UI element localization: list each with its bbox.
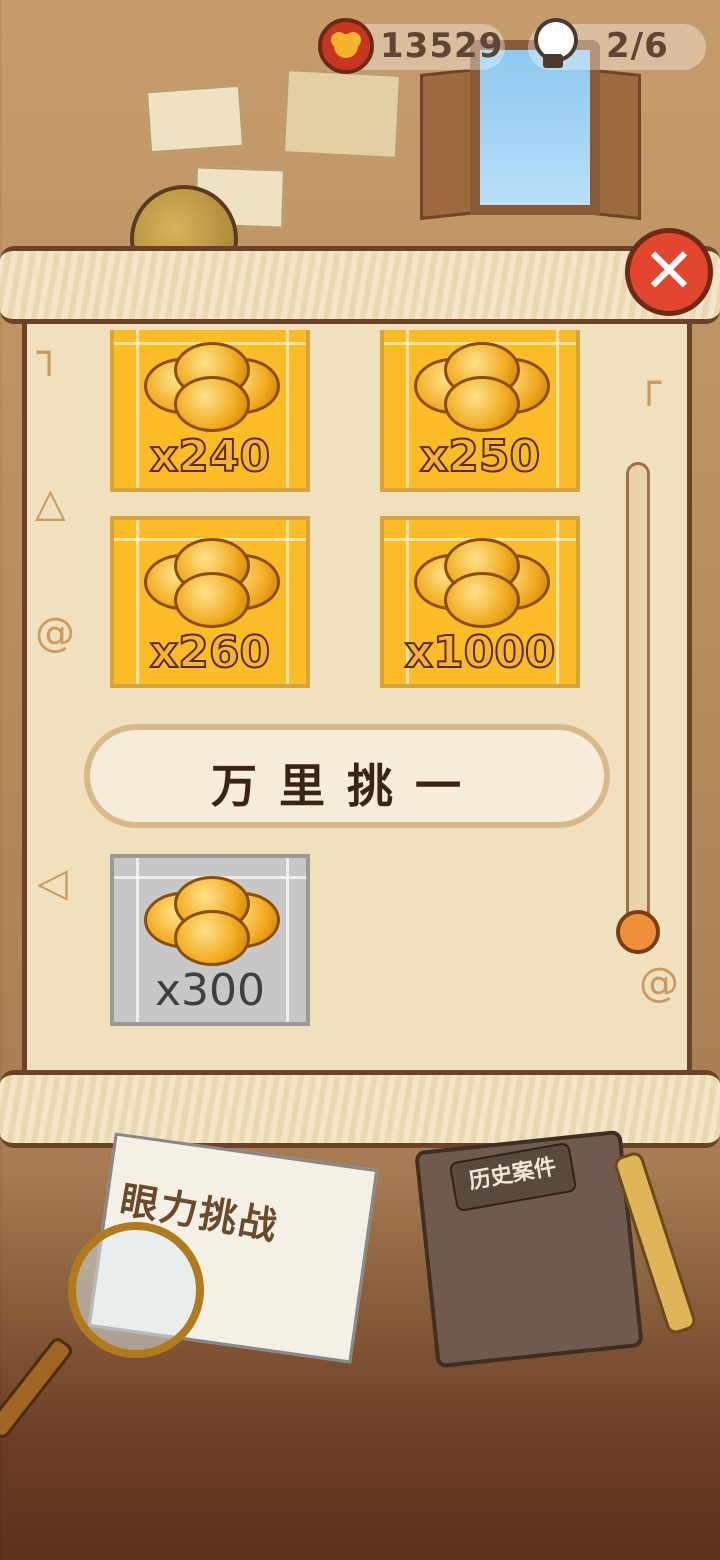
coin-icon: [318, 18, 374, 74]
lightbulb-icon: [528, 14, 578, 76]
gold-coins-icon: [144, 342, 284, 432]
reward-list[interactable]: x240 x250 x260 x1000 x300: [22, 330, 692, 1050]
gold-coins-icon: [414, 538, 554, 628]
close-button[interactable]: ✕: [625, 228, 713, 316]
reward-amount: x250: [419, 430, 541, 483]
gold-coins-icon: [414, 342, 554, 432]
scroll-roll-top: [0, 246, 720, 324]
reward-tile[interactable]: x260: [110, 516, 310, 688]
reward-tile[interactable]: x1000: [380, 516, 580, 688]
reward-amount: x300: [154, 965, 266, 1016]
section-title: 万里挑一: [211, 759, 483, 813]
hint-count: 2/6: [606, 26, 669, 66]
scrollbar-thumb[interactable]: [616, 910, 660, 954]
reward-amount: x240: [149, 430, 271, 483]
gold-coins-icon: [144, 876, 284, 966]
reward-tile[interactable]: x300: [110, 854, 310, 1026]
reward-tile[interactable]: x240: [110, 330, 310, 492]
reward-tile[interactable]: x250: [380, 330, 580, 492]
wall-note: [145, 84, 245, 154]
wall-map: [282, 69, 402, 159]
magnifier-icon: [68, 1222, 204, 1358]
gold-coins-icon: [144, 538, 284, 628]
scrollbar-track[interactable]: [626, 462, 650, 932]
coin-count: 13529: [380, 26, 504, 66]
section-banner: 万里挑一: [84, 724, 610, 828]
reward-amount: x1000: [404, 626, 557, 679]
reward-amount: x260: [149, 626, 271, 679]
